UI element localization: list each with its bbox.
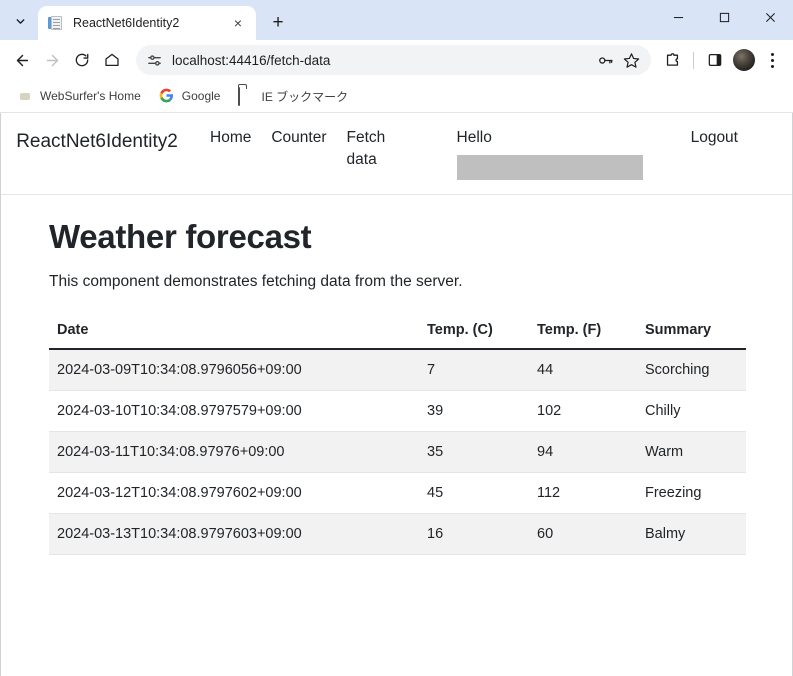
close-window-button[interactable] bbox=[747, 0, 793, 34]
google-favicon bbox=[159, 88, 175, 104]
window-controls bbox=[655, 0, 793, 34]
chevron-down-icon bbox=[16, 18, 24, 24]
star-icon[interactable] bbox=[619, 48, 643, 72]
home-icon bbox=[105, 53, 119, 66]
tab-title: ReactNet6Identity2 bbox=[73, 16, 180, 30]
cell-date: 2024-03-12T10:34:08.9797602+09:00 bbox=[49, 472, 419, 515]
maximize-button[interactable] bbox=[701, 0, 747, 34]
user-greeting[interactable]: Hello bbox=[456, 127, 643, 181]
page-content: Weather forecast This component demonstr… bbox=[1, 195, 792, 556]
arrow-left-icon bbox=[16, 54, 28, 66]
cell-summary: Scorching bbox=[637, 349, 746, 392]
browser-window: ReactNet6Identity2 × + localhost:44416/f… bbox=[0, 0, 793, 676]
back-button[interactable] bbox=[7, 45, 37, 75]
site-brand[interactable]: ReactNet6Identity2 bbox=[13, 127, 181, 154]
cell-temp-f: 60 bbox=[529, 513, 637, 556]
nav-link-fetch-data[interactable]: Fetch data bbox=[347, 127, 393, 172]
table-body: 2024-03-09T10:34:08.9796056+09:00 7 44 S… bbox=[49, 349, 746, 556]
cell-temp-c: 7 bbox=[419, 349, 529, 392]
page-viewport: ReactNet6Identity2 Home Counter Fetch da… bbox=[0, 113, 793, 676]
greeting-label: Hello bbox=[456, 129, 492, 146]
key-icon[interactable] bbox=[593, 48, 617, 72]
column-header-temp-f: Temp. (F) bbox=[529, 315, 637, 351]
document-icon bbox=[48, 15, 64, 31]
bookmark-label: WebSurfer's Home bbox=[40, 89, 141, 103]
profile-avatar[interactable] bbox=[733, 49, 755, 71]
bookmark-google[interactable]: Google bbox=[152, 84, 228, 108]
tab-strip: ReactNet6Identity2 × + bbox=[0, 0, 793, 40]
cell-date: 2024-03-10T10:34:08.9797579+09:00 bbox=[49, 390, 419, 433]
arrow-right-icon bbox=[46, 54, 58, 66]
bookmark-websurfer-home[interactable]: WebSurfer's Home bbox=[10, 84, 148, 108]
cell-temp-f: 112 bbox=[529, 472, 637, 515]
cell-summary: Balmy bbox=[637, 513, 746, 556]
tune-icon[interactable] bbox=[146, 52, 163, 69]
extensions-button[interactable] bbox=[657, 45, 687, 75]
page-title: Weather forecast bbox=[49, 218, 312, 256]
browser-tab[interactable]: ReactNet6Identity2 × bbox=[38, 6, 256, 40]
bookmark-label: Google bbox=[181, 89, 221, 103]
browser-menu-button[interactable] bbox=[758, 45, 786, 75]
cell-summary: Warm bbox=[637, 431, 746, 474]
minimize-button[interactable] bbox=[655, 0, 701, 34]
close-tab-button[interactable]: × bbox=[228, 13, 248, 33]
main-navigation: Home Counter Fetch data bbox=[210, 127, 413, 172]
home-button[interactable] bbox=[97, 45, 127, 75]
table-row: 2024-03-11T10:34:08.97976+09:00 35 94 Wa… bbox=[49, 431, 746, 474]
puzzle-icon bbox=[666, 52, 678, 66]
folder-icon bbox=[238, 87, 254, 106]
weather-forecast-table: Date Temp. (C) Temp. (F) Summary 2024-03… bbox=[49, 315, 746, 556]
browser-toolbar: localhost:44416/fetch-data bbox=[0, 40, 793, 80]
cell-date: 2024-03-13T10:34:08.9797603+09:00 bbox=[49, 513, 419, 556]
bookmark-label: IE ブックマーク bbox=[261, 89, 349, 104]
cell-temp-c: 16 bbox=[419, 513, 529, 556]
tab-search-button[interactable] bbox=[6, 7, 34, 35]
nav-link-home[interactable]: Home bbox=[210, 127, 251, 149]
column-header-date: Date bbox=[49, 315, 419, 351]
table-row: 2024-03-12T10:34:08.9797602+09:00 45 112… bbox=[49, 472, 746, 515]
nav-link-counter[interactable]: Counter bbox=[271, 127, 326, 149]
redacted-username bbox=[456, 155, 643, 181]
table-row: 2024-03-10T10:34:08.9797579+09:00 39 102… bbox=[49, 390, 746, 433]
address-bar[interactable]: localhost:44416/fetch-data bbox=[136, 45, 651, 75]
table-row: 2024-03-09T10:34:08.9796056+09:00 7 44 S… bbox=[49, 349, 746, 392]
column-header-temp-c: Temp. (C) bbox=[419, 315, 529, 351]
side-panel-button[interactable] bbox=[700, 45, 730, 75]
new-tab-button[interactable]: + bbox=[264, 8, 292, 36]
cell-temp-f: 102 bbox=[529, 390, 637, 433]
minimize-icon bbox=[673, 16, 683, 18]
cell-date: 2024-03-09T10:34:08.9796056+09:00 bbox=[49, 349, 419, 392]
cell-summary: Chilly bbox=[637, 390, 746, 433]
websurfer-favicon bbox=[17, 88, 33, 104]
maximize-icon bbox=[719, 12, 729, 22]
table-header-row: Date Temp. (C) Temp. (F) Summary bbox=[49, 315, 746, 351]
cell-temp-f: 94 bbox=[529, 431, 637, 474]
logout-link[interactable]: Logout bbox=[691, 127, 780, 149]
url-text[interactable]: localhost:44416/fetch-data bbox=[172, 53, 593, 68]
cell-date: 2024-03-11T10:34:08.97976+09:00 bbox=[49, 431, 419, 474]
table-row: 2024-03-13T10:34:08.9797603+09:00 16 60 … bbox=[49, 513, 746, 556]
cell-temp-c: 39 bbox=[419, 390, 529, 433]
toolbar-divider bbox=[693, 51, 694, 69]
reload-icon bbox=[75, 53, 89, 67]
cell-temp-f: 44 bbox=[529, 349, 637, 392]
reload-button[interactable] bbox=[67, 45, 97, 75]
forward-button[interactable] bbox=[37, 45, 67, 75]
bookmark-folder-ie[interactable]: IE ブックマーク bbox=[231, 84, 355, 109]
cell-summary: Freezing bbox=[637, 472, 746, 515]
table-head: Date Temp. (C) Temp. (F) Summary bbox=[49, 315, 746, 351]
cell-temp-c: 35 bbox=[419, 431, 529, 474]
page-description: This component demonstrates fetching dat… bbox=[49, 273, 463, 291]
close-icon bbox=[765, 12, 775, 22]
side-panel-icon bbox=[708, 54, 722, 66]
cell-temp-c: 45 bbox=[419, 472, 529, 515]
column-header-summary: Summary bbox=[637, 315, 746, 351]
bookmarks-bar: WebSurfer's Home Google IE ブックマーク bbox=[0, 80, 793, 113]
site-header: ReactNet6Identity2 Home Counter Fetch da… bbox=[1, 113, 792, 196]
